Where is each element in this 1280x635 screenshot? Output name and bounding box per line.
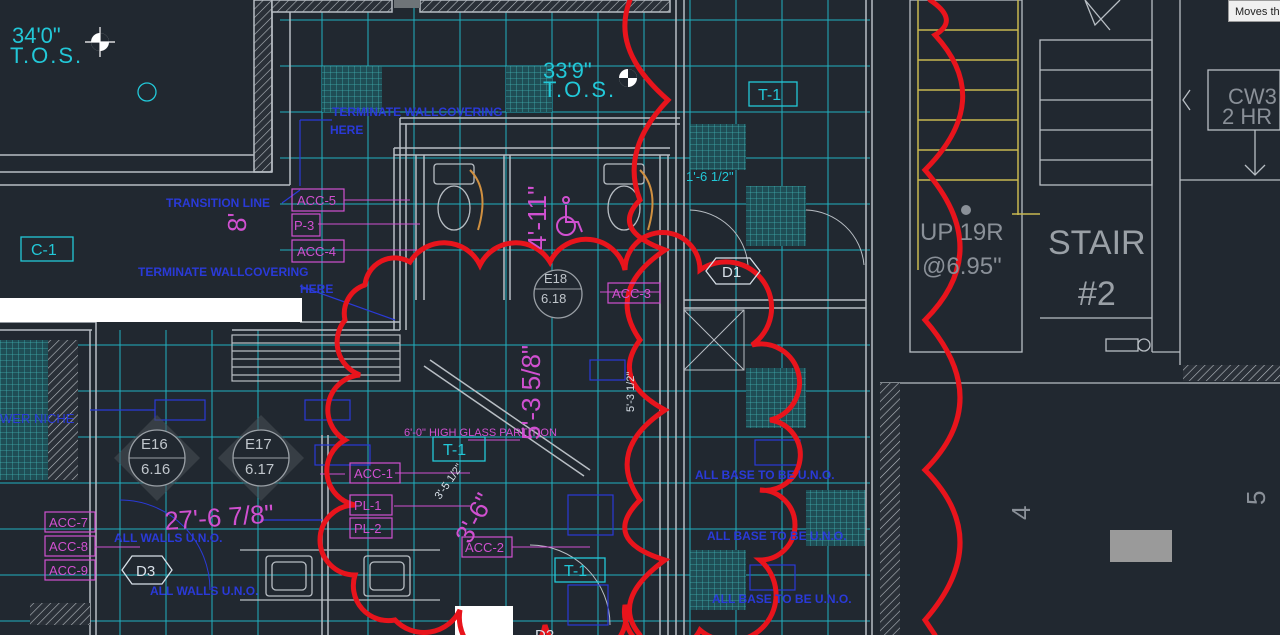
left-hatched-column: [48, 340, 78, 480]
stair-point: [961, 205, 971, 215]
tooltip: Moves the: [1228, 0, 1280, 22]
cw-line-2: 2 HR: [1222, 104, 1272, 129]
svg-text:E18: E18: [544, 271, 567, 286]
stair-hatch-bottom: [1183, 365, 1280, 381]
tos-left-marker: [85, 27, 115, 57]
svg-text:ACC-3: ACC-3: [612, 286, 651, 301]
note-terminate-wallcovering-1: TERMINATE WALLCOVERING: [332, 105, 502, 119]
callout-e16: E16 6.16: [114, 415, 200, 501]
tag-acc1: ACC-1: [349, 462, 401, 484]
dim-1-6-half: 1'-6 1/2": [686, 169, 734, 184]
dim-3-5-half: 3'-5 1/2": [433, 462, 466, 502]
note-transition-line: TRANSITION LINE: [166, 196, 270, 210]
dim-3-6: 3'-6": [449, 488, 500, 548]
note-all-walls-2: ALL WALLS U.N.O.: [150, 584, 258, 598]
tag-acc9: ACC-9: [44, 559, 96, 581]
note-here-1: HERE: [330, 123, 363, 137]
svg-text:P-3: P-3: [294, 218, 314, 233]
dim-5-3-half: 5'-3 1/2": [625, 372, 637, 412]
tag-pl1: PL-1: [349, 494, 393, 516]
tag-pl2: PL-2: [349, 517, 393, 539]
accessibility-icon: [556, 196, 583, 236]
tag-acc3: ACC-3: [607, 282, 661, 304]
pipe-icon: [1105, 338, 1151, 352]
tos-right-label: T.O.S.: [543, 77, 616, 102]
grab-bar: [469, 169, 484, 231]
note-all-base-2: ALL BASE TO BE U.N.O.: [707, 529, 847, 543]
white-stripe: [0, 298, 302, 322]
steps: [231, 334, 401, 382]
svg-text:6.16: 6.16: [141, 461, 170, 478]
gray-block: [1110, 530, 1172, 562]
tag-d2: D2: [535, 627, 554, 635]
note-all-base-3: ALL BASE TO BE U.N.O.: [712, 592, 852, 606]
tag-acc5: ACC-5: [291, 188, 345, 212]
tos-right-marker: [619, 69, 637, 87]
small-circle-marker: [137, 82, 157, 102]
tag-t1-mid: T-1: [432, 436, 486, 462]
stair-number: #2: [1078, 275, 1116, 313]
room-5: 5: [1241, 491, 1271, 505]
callout-e18: E18 6.18: [533, 269, 583, 319]
dim-5-3-5-8: 5'-3 5/8": [516, 345, 546, 440]
svg-text:T-1: T-1: [564, 563, 587, 580]
tos-left-label: T.O.S.: [10, 43, 83, 68]
dim-8-left: 8': [222, 213, 252, 232]
note-here-2: HERE: [300, 282, 333, 296]
svg-text:ACC-9: ACC-9: [49, 563, 88, 578]
tag-acc4: ACC-4: [291, 239, 345, 263]
svg-text:ACC-1: ACC-1: [354, 466, 393, 481]
tag-c1: C-1: [20, 236, 74, 262]
stair-name: STAIR: [1048, 224, 1146, 262]
tag-p3: P-3: [291, 213, 321, 237]
tag-t1-top: T-1: [748, 81, 798, 107]
tag-d3: D3: [121, 555, 173, 585]
svg-text:T-1: T-1: [443, 442, 466, 459]
svg-text:E16: E16: [141, 436, 168, 453]
toilet-1: [433, 163, 475, 231]
svg-text:C-1: C-1: [31, 242, 57, 259]
stair-riser: @6.95": [922, 253, 1002, 280]
tag-acc8: ACC-8: [44, 535, 96, 557]
tag-acc7: ACC-7: [44, 511, 96, 533]
svg-text:6.17: 6.17: [245, 461, 274, 478]
svg-text:PL-1: PL-1: [354, 498, 381, 513]
svg-text:ACC-8: ACC-8: [49, 539, 88, 554]
note-all-base-1: ALL BASE TO BE U.N.O.: [695, 468, 835, 482]
svg-text:E17: E17: [245, 436, 272, 453]
room-4: 4: [1006, 506, 1036, 520]
svg-text:6.18: 6.18: [541, 291, 566, 306]
dim-4-11: 4'-11": [522, 186, 552, 250]
svg-text:PL-2: PL-2: [354, 521, 381, 536]
svg-text:ACC-5: ACC-5: [297, 193, 336, 208]
svg-text:D3: D3: [136, 563, 155, 580]
svg-text:ACC-7: ACC-7: [49, 515, 88, 530]
note-terminate-wallcovering-2: TERMINATE WALLCOVERING: [138, 265, 308, 279]
wall-hatch-vertical: [880, 383, 900, 635]
cad-drawing-canvas[interactable]: 34'0" T.O.S. 33'9" T.O.S. TERMINATE WALL…: [0, 0, 1280, 635]
note-shower-niche: WER NICHE: [0, 411, 75, 426]
stair-up-label: UP 19R: [920, 219, 1004, 246]
callout-e17: E17 6.17: [218, 415, 304, 501]
svg-text:ACC-4: ACC-4: [297, 244, 336, 259]
bottom-hatched: [30, 603, 90, 625]
svg-text:D1: D1: [722, 264, 741, 281]
svg-text:T-1: T-1: [758, 87, 781, 104]
star-icon: [1084, 0, 1121, 31]
